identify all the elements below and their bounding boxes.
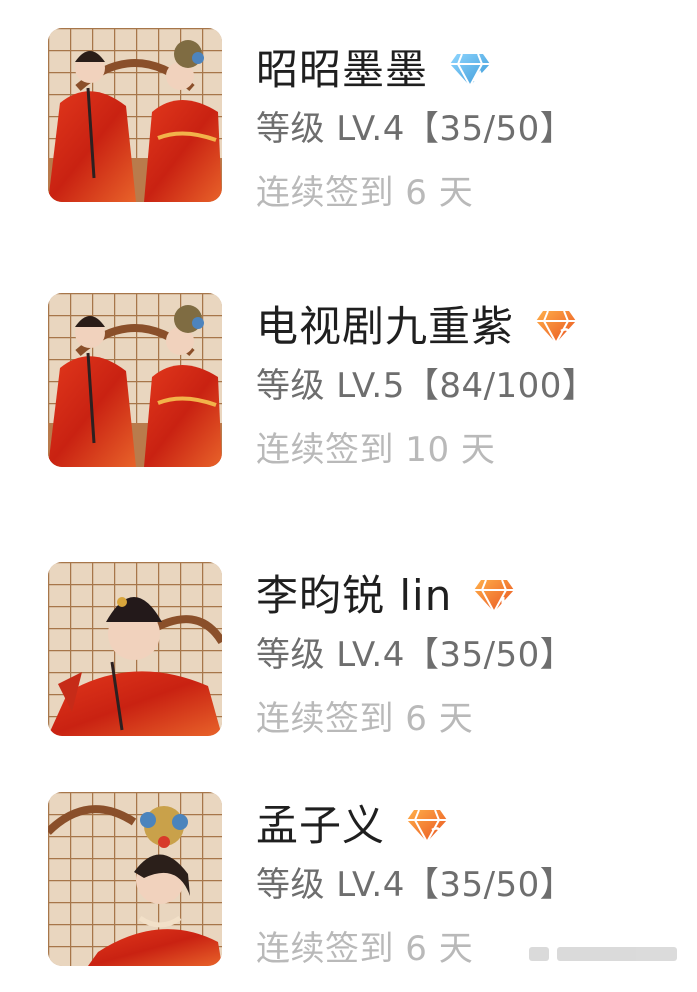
bride-photo-image bbox=[48, 792, 222, 966]
diamond-badge-icon[interactable] bbox=[534, 308, 578, 346]
groom-photo-image bbox=[48, 562, 222, 736]
member-name[interactable]: 孟子义 bbox=[256, 805, 385, 847]
level-text: 等级 LV.5【84/100】 bbox=[256, 366, 597, 406]
couple-photo-image bbox=[48, 28, 222, 202]
member-info: 孟子义 等级 LV.4【35/50】 连续签到 6 天 bbox=[256, 794, 575, 969]
couple-photo-image bbox=[48, 293, 222, 467]
member-entry[interactable]: 李昀锐 lin 等级 LV.4【35/50】 连续签到 6 天 bbox=[0, 562, 697, 762]
member-name[interactable]: 李昀锐 lin bbox=[256, 575, 452, 617]
level-text: 等级 LV.4【35/50】 bbox=[256, 865, 575, 905]
level-text: 等级 LV.4【35/50】 bbox=[256, 635, 575, 675]
diamond-badge-icon[interactable] bbox=[405, 807, 449, 845]
avatar[interactable] bbox=[48, 792, 222, 966]
diamond-badge-icon[interactable] bbox=[448, 51, 492, 89]
checkin-text: 连续签到 6 天 bbox=[256, 699, 474, 739]
member-entry[interactable]: 昭昭墨墨 等级 LV.4【35/50】 连续签到 6 天 bbox=[0, 28, 697, 228]
member-info: 李昀锐 lin 等级 LV.4【35/50】 连续签到 6 天 bbox=[256, 564, 575, 739]
member-info: 电视剧九重紫 等级 LV.5【84/100】 连续签到 10 天 bbox=[256, 295, 597, 470]
level-text: 等级 LV.4【35/50】 bbox=[256, 109, 575, 149]
avatar[interactable] bbox=[48, 293, 222, 467]
watermark-text-block bbox=[557, 947, 677, 961]
watermark-logo-icon bbox=[529, 947, 549, 961]
member-entry[interactable]: 电视剧九重紫 等级 LV.5【84/100】 连续签到 10 天 bbox=[0, 293, 697, 493]
member-name[interactable]: 昭昭墨墨 bbox=[256, 49, 428, 91]
diamond-badge-icon[interactable] bbox=[472, 577, 516, 615]
member-name[interactable]: 电视剧九重紫 bbox=[256, 306, 514, 348]
avatar[interactable] bbox=[48, 562, 222, 736]
member-info: 昭昭墨墨 等级 LV.4【35/50】 连续签到 6 天 bbox=[256, 38, 575, 213]
checkin-text: 连续签到 10 天 bbox=[256, 430, 496, 470]
avatar[interactable] bbox=[48, 28, 222, 202]
checkin-text: 连续签到 6 天 bbox=[256, 173, 474, 213]
watermark bbox=[529, 941, 689, 967]
checkin-text: 连续签到 6 天 bbox=[256, 929, 474, 969]
